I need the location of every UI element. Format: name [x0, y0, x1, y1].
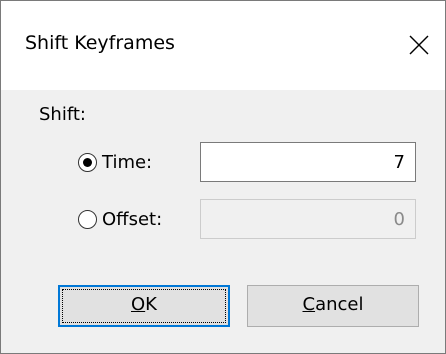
time-radio[interactable]: [78, 152, 97, 172]
ok-button[interactable]: OK: [58, 285, 230, 327]
shift-group-label: Shift:: [39, 104, 86, 125]
offset-input: [200, 199, 416, 239]
close-icon: [409, 35, 429, 55]
close-button[interactable]: [395, 21, 445, 67]
cancel-button[interactable]: Cancel: [247, 285, 419, 327]
time-radio-option[interactable]: Time:: [78, 148, 152, 176]
offset-radio[interactable]: [78, 209, 97, 229]
cancel-label-rest: ancel: [315, 294, 364, 315]
shift-keyframes-dialog: Shift Keyframes Shift: Time: Offset: OK …: [0, 0, 446, 354]
offset-radio-option[interactable]: Offset:: [78, 205, 162, 233]
focus-ring: [62, 289, 226, 323]
dialog-title: Shift Keyframes: [25, 32, 175, 54]
time-radio-label[interactable]: Time:: [102, 152, 152, 173]
time-input[interactable]: [200, 142, 416, 182]
title-bar: Shift Keyframes: [1, 1, 445, 90]
offset-radio-label[interactable]: Offset:: [102, 209, 162, 230]
cancel-mnemonic: C: [302, 294, 316, 315]
